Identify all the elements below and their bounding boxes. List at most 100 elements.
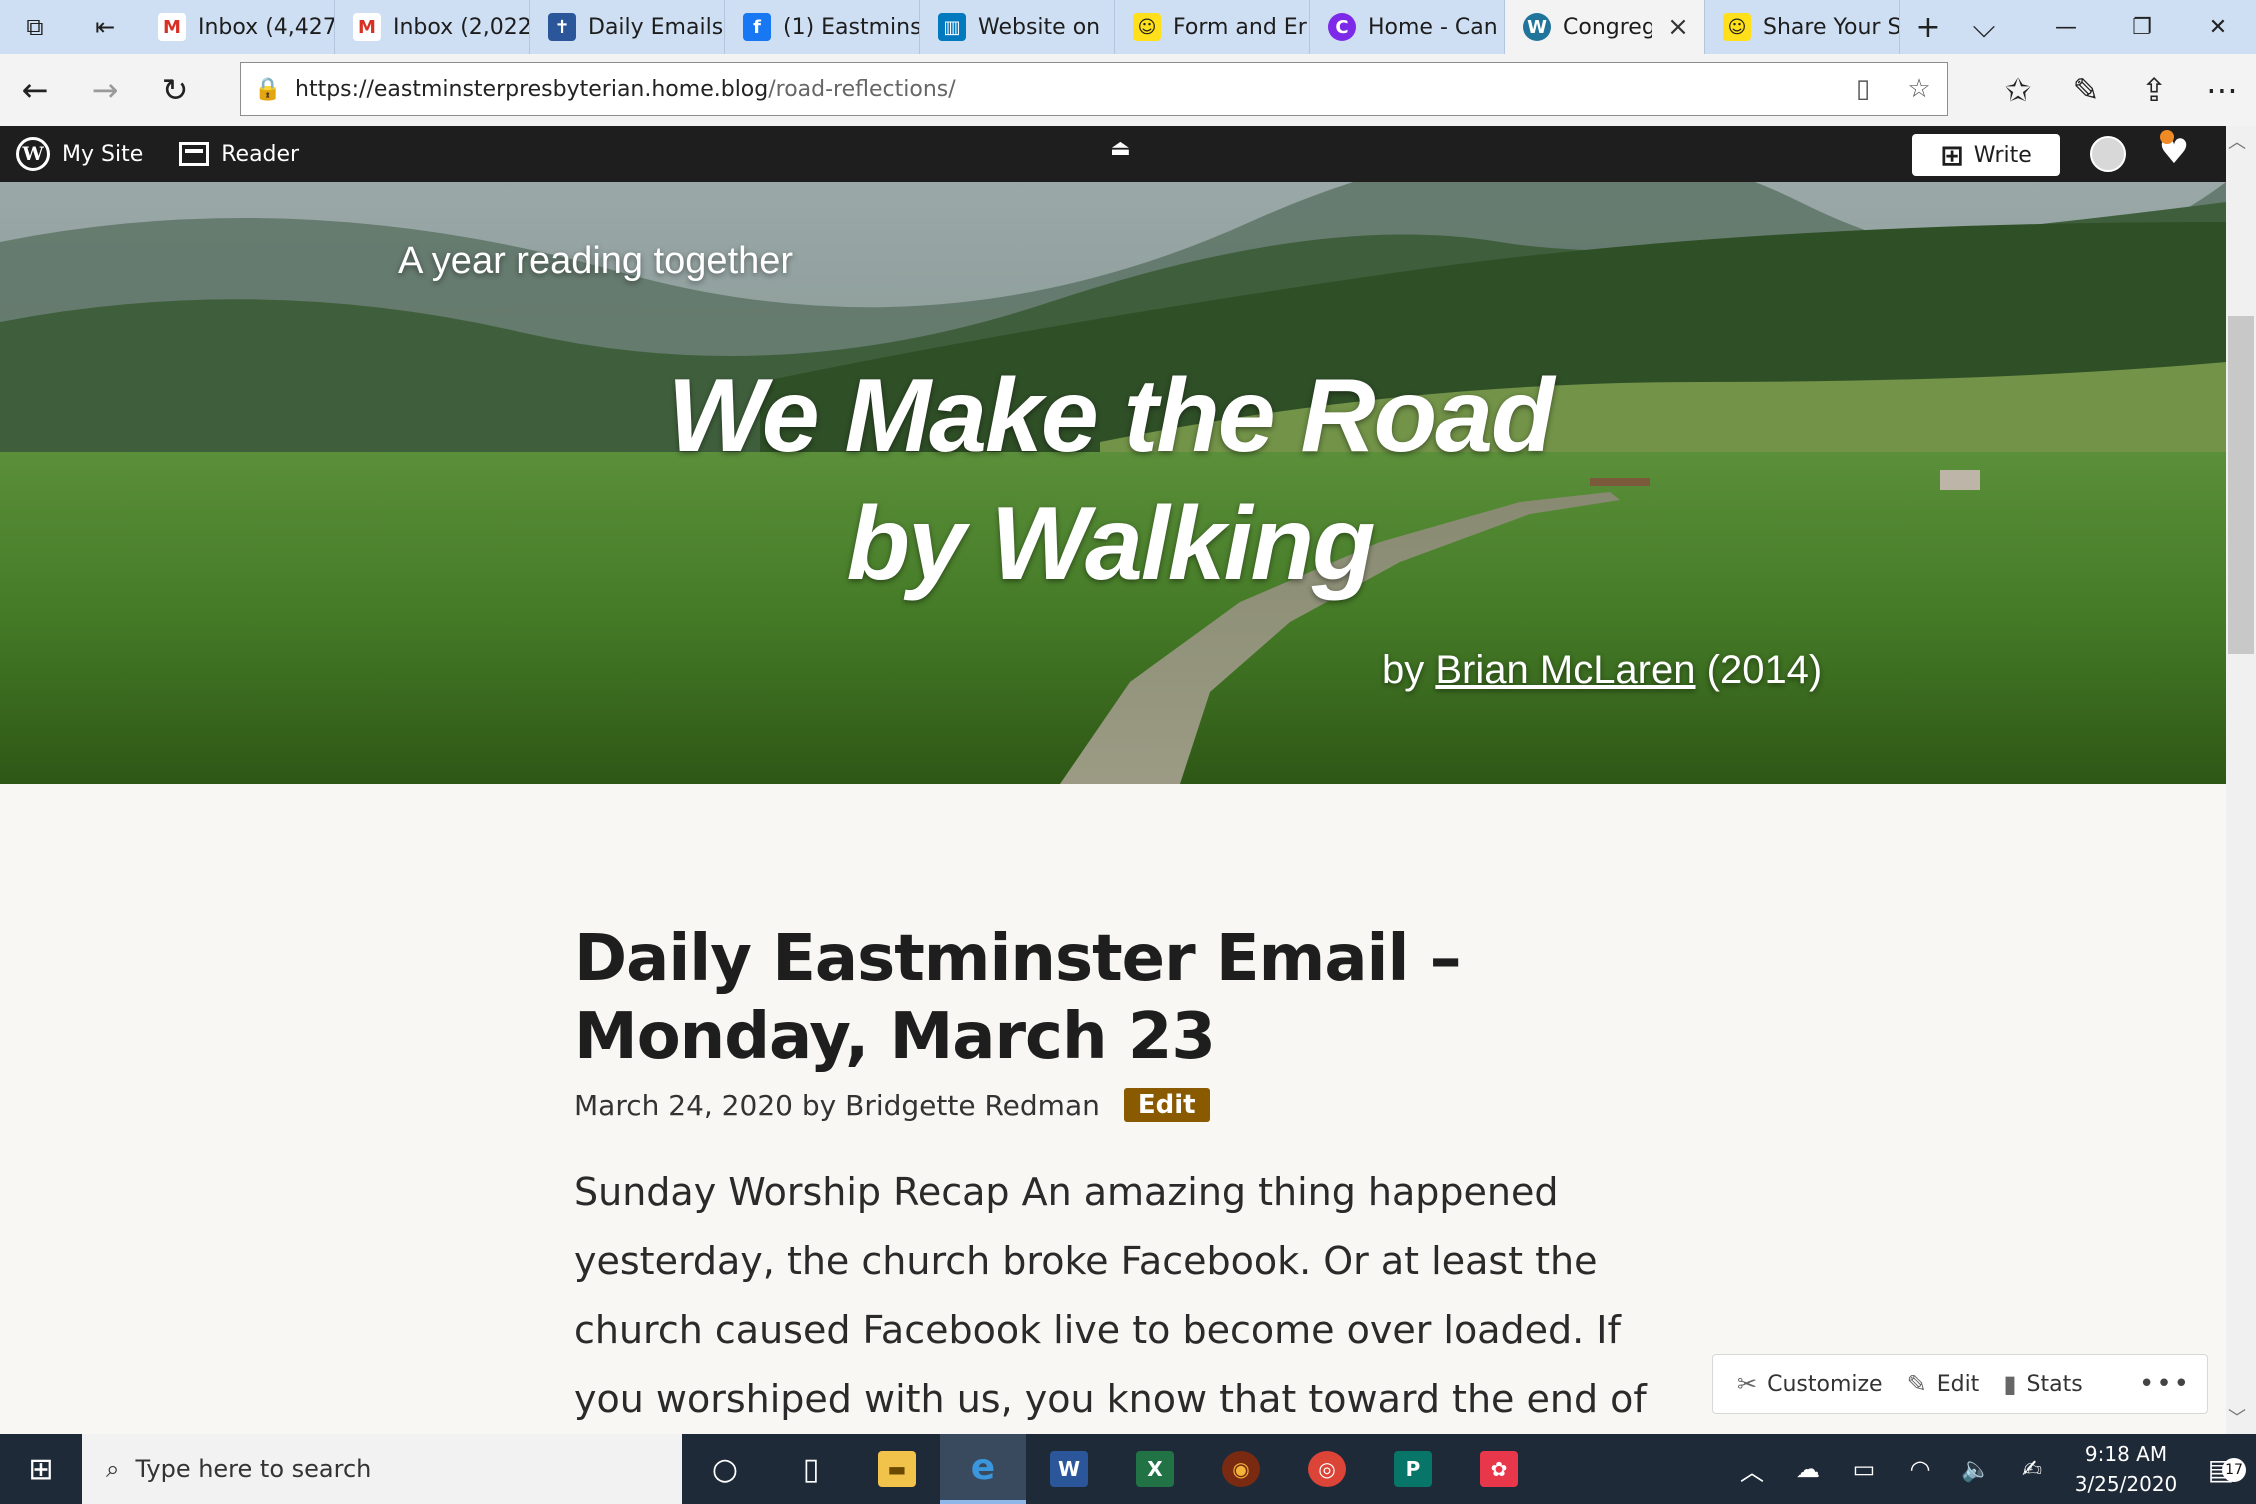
- chrome-icon[interactable]: ◎: [1284, 1434, 1370, 1504]
- tab-congregation-active[interactable]: W Congreg ×: [1505, 0, 1705, 54]
- paint-app-icon[interactable]: ✿: [1456, 1434, 1542, 1504]
- write-button[interactable]: ⊞ Write: [1912, 134, 2060, 176]
- wordpress-toolbar: W My Site Reader ⏏ ⊞ Write ♥: [0, 126, 2256, 182]
- onedrive-cloud-icon[interactable]: ☁: [1780, 1455, 1836, 1483]
- reader-label: Reader: [221, 141, 300, 167]
- post-date[interactable]: March 24, 2020: [574, 1089, 793, 1122]
- task-view-icon[interactable]: ▯: [768, 1434, 854, 1504]
- excel-icon[interactable]: X: [1112, 1434, 1198, 1504]
- post-author[interactable]: Bridgette Redman: [845, 1089, 1100, 1122]
- tab-label: (1) Eastmins: [783, 14, 919, 40]
- hero-title-line-1: We Make the Road: [667, 358, 1555, 474]
- favorite-star-icon[interactable]: ☆: [1891, 74, 1947, 104]
- hero-tagline: A year reading together: [398, 240, 794, 282]
- edit-post-button[interactable]: Edit: [1123, 1088, 1210, 1122]
- browser-tab-strip: ⧉ ⇤ M Inbox (4,427 M Inbox (2,022 ✝ Dail…: [0, 0, 2256, 54]
- hero-byline: by Brian McLaren (2014): [1382, 648, 1822, 693]
- edit-button[interactable]: ✎ Edit: [1907, 1370, 1980, 1398]
- wifi-icon[interactable]: ◠: [1892, 1455, 1948, 1483]
- hero-banner: A year reading together We Make the Road…: [0, 182, 2226, 784]
- bar-chart-icon: ▮: [2003, 1370, 2017, 1398]
- url-text[interactable]: https://eastminsterpresbyterian.home.blo…: [295, 77, 1835, 102]
- battery-icon[interactable]: ▭: [1836, 1455, 1892, 1483]
- tab-canva[interactable]: C Home - Can: [1310, 0, 1505, 54]
- avatar[interactable]: [2090, 136, 2126, 172]
- scrollbar-thumb[interactable]: [2228, 316, 2254, 654]
- post-title[interactable]: Daily Eastminster Email – Monday, March …: [574, 920, 1674, 1076]
- edge-browser-icon[interactable]: e: [940, 1434, 1026, 1504]
- more-options-button[interactable]: •••: [2139, 1369, 2191, 1399]
- address-bar[interactable]: 🔒 https://eastminsterpresbyterian.home.b…: [240, 62, 1948, 116]
- edit-label: Edit: [1936, 1371, 1980, 1397]
- volume-icon[interactable]: 🔈: [1948, 1455, 2004, 1483]
- tab-label: Share Your S: [1763, 14, 1899, 40]
- tab-label: Website on: [978, 14, 1101, 40]
- pen-notes-icon[interactable]: ✎: [2052, 71, 2120, 109]
- reader-button[interactable]: Reader: [179, 142, 299, 167]
- scroll-down-chevron-icon[interactable]: ﹀: [2228, 1404, 2246, 1430]
- pencil-icon: ✎: [1906, 1370, 1927, 1398]
- gmail-icon: M: [353, 13, 381, 41]
- tab-mailchimp-form[interactable]: ☺ Form and Er: [1115, 0, 1310, 54]
- show-hidden-icons-chevron-icon[interactable]: ︿: [1724, 1452, 1780, 1487]
- author-link[interactable]: Brian McLaren: [1435, 648, 1695, 692]
- tab-label: Congreg: [1563, 14, 1652, 40]
- byline-prefix: by: [1382, 648, 1425, 692]
- tab-list-chevron-icon[interactable]: ⌵: [1956, 0, 2012, 54]
- close-window-icon[interactable]: ✕: [2180, 0, 2256, 54]
- set-aside-tabs-icon[interactable]: ⇤: [70, 0, 140, 54]
- byline-year: (2014): [1706, 648, 1823, 692]
- restore-icon[interactable]: ❐: [2104, 0, 2180, 54]
- stats-button[interactable]: ▮ Stats: [2003, 1370, 2082, 1398]
- file-explorer-icon[interactable]: ▬: [854, 1434, 940, 1504]
- tab-label: Inbox (2,022: [393, 14, 529, 40]
- system-tray: ︿ ☁ ▭ ◠ 🔈 ✍ 9:18 AM 3/25/2020 ▤ 17: [1724, 1434, 2256, 1504]
- post-body: Sunday Worship Recap An amazing thing ha…: [574, 1170, 1647, 1421]
- clock[interactable]: 9:18 AM 3/25/2020: [2066, 1439, 2186, 1499]
- publisher-icon[interactable]: P: [1370, 1434, 1456, 1504]
- tab-facebook[interactable]: f (1) Eastmins: [725, 0, 920, 54]
- trello-icon: ▥: [938, 13, 966, 41]
- back-arrow-icon[interactable]: ←: [0, 71, 70, 109]
- forward-arrow-icon[interactable]: →: [70, 71, 140, 109]
- lock-icon: 🔒: [254, 76, 282, 102]
- taskbar-search-input[interactable]: ⌕ Type here to search: [82, 1434, 682, 1504]
- window-controls: — ❐ ✕: [2028, 0, 2256, 54]
- customize-button[interactable]: ✂ Customize: [1737, 1370, 1883, 1398]
- write-label: Write: [1973, 142, 2032, 168]
- tab-daily-emails[interactable]: ✝ Daily Emails: [530, 0, 725, 54]
- windows-start-icon[interactable]: ⊞: [0, 1452, 82, 1487]
- cortana-icon[interactable]: ○: [682, 1434, 768, 1504]
- new-tab-button[interactable]: +: [1900, 0, 1956, 54]
- search-icon: ⌕: [106, 1455, 120, 1483]
- reading-view-icon[interactable]: ▯: [1835, 74, 1891, 104]
- tab-inbox-2[interactable]: M Inbox (2,022: [335, 0, 530, 54]
- url-path: /road-reflections/: [768, 76, 956, 102]
- tab-mailchimp-share[interactable]: ☺ Share Your S: [1705, 0, 1900, 54]
- canva-icon: C: [1328, 13, 1356, 41]
- share-icon[interactable]: ⇪: [2120, 71, 2188, 109]
- reader-icon: [179, 142, 210, 166]
- facebook-icon: f: [743, 13, 771, 41]
- customize-label: Customize: [1767, 1371, 1883, 1397]
- tab-trello[interactable]: ▥ Website on: [920, 0, 1115, 54]
- collapse-arrow-icon[interactable]: ⏏: [1110, 136, 1131, 161]
- minimize-icon[interactable]: —: [2028, 0, 2104, 54]
- game-app-icon[interactable]: ◉: [1198, 1434, 1284, 1504]
- search-placeholder: Type here to search: [135, 1455, 372, 1483]
- tab-inbox-1[interactable]: M Inbox (4,427: [140, 0, 335, 54]
- notifications-icon[interactable]: ♥: [2152, 132, 2196, 176]
- action-center-icon[interactable]: ▤ 17: [2186, 1453, 2256, 1486]
- refresh-icon[interactable]: ↻: [140, 71, 210, 109]
- tab-manager-icon[interactable]: ⧉: [0, 0, 70, 54]
- scroll-up-chevron-icon[interactable]: ︿: [2228, 128, 2246, 154]
- clock-time: 9:18 AM: [2084, 1442, 2168, 1466]
- favorites-icon[interactable]: ✩: [1984, 71, 2052, 109]
- tab-label: Home - Can: [1368, 14, 1498, 40]
- word-icon[interactable]: W: [1026, 1434, 1112, 1504]
- post-by: by: [801, 1088, 837, 1122]
- my-site-button[interactable]: W My Site: [16, 137, 143, 171]
- close-tab-icon[interactable]: ×: [1664, 12, 1692, 42]
- pen-workspace-icon[interactable]: ✍: [2004, 1455, 2060, 1483]
- more-options-icon[interactable]: ⋯: [2188, 71, 2256, 109]
